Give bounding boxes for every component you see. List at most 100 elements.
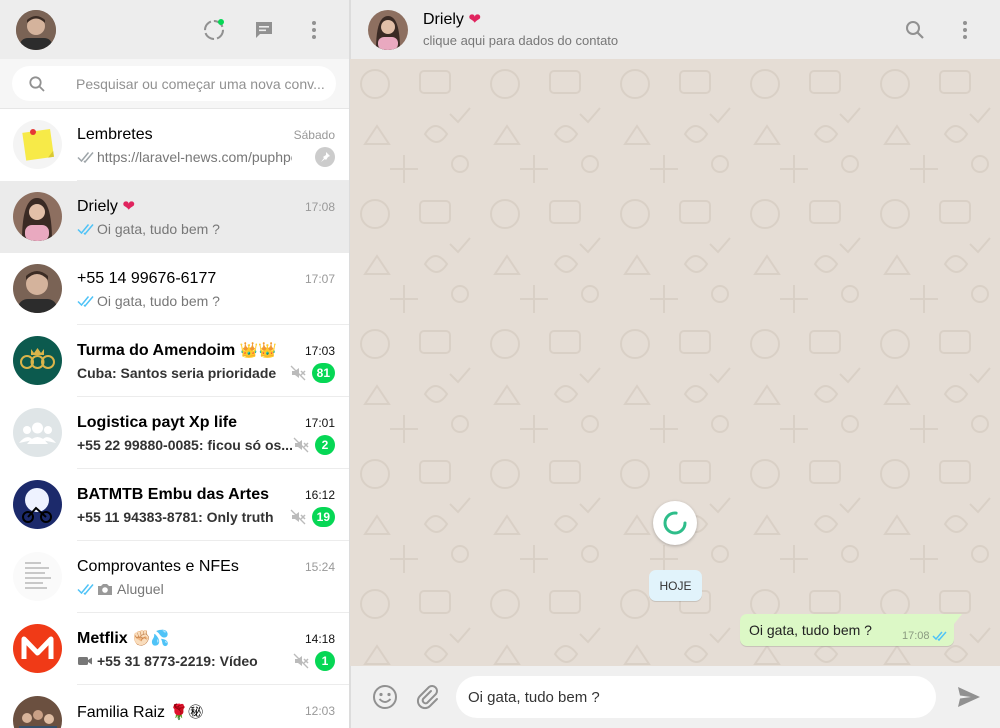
message-text: Oi gata, tudo bem ? xyxy=(749,622,872,638)
emoji-icon[interactable] xyxy=(372,684,398,710)
chat-body: Turma do Amendoim 👑👑👑 17:03 Cuba: Santos s… xyxy=(77,325,349,397)
double-tick-icon xyxy=(77,584,94,595)
conversation-menu-icon[interactable] xyxy=(953,18,977,42)
my-profile-avatar[interactable] xyxy=(16,10,56,50)
chat-avatar xyxy=(13,264,62,313)
contact-info-hint[interactable]: clique aqui para dados do contato xyxy=(423,33,618,48)
chat-preview: Cuba: Santos seria prioridade xyxy=(77,365,292,381)
chat-name: Turma do Amendoim 👑👑👑 xyxy=(77,341,277,360)
chat-name-text: Metflix xyxy=(77,630,128,647)
chat-body: +55 14 99676-6177 17:07 Oi gata, tudo bem… xyxy=(77,253,349,325)
chat-preview: +55 11 94383-8781: Only truth xyxy=(77,509,292,525)
sidebar: Lembretes Sábadohttps://laravel-news.com… xyxy=(0,0,350,728)
read-double-tick-icon xyxy=(932,631,947,641)
chat-meta: 2 xyxy=(293,435,335,455)
chat-preview: Aluguel xyxy=(77,581,292,597)
chat-list-item[interactable]: Driely ❤ 17:08 Oi gata, tudo bem ? xyxy=(0,181,349,253)
chat-name: Familia Raiz 🌹㊙ xyxy=(77,701,277,722)
chat-avatar xyxy=(13,120,62,169)
chat-list-item[interactable]: Logistica payt Xp life 17:01 +55 22 99880… xyxy=(0,397,349,469)
chat-body: BATMTB Embu das Artes 16:12 +55 11 94383-… xyxy=(77,469,349,541)
chat-name-text: +55 14 99676-6177 xyxy=(77,270,217,287)
chat-name-text: Familia Raiz xyxy=(77,704,166,721)
chat-time: Sábado xyxy=(293,128,335,142)
chat-name: Comprovantes e NFEs xyxy=(77,557,277,576)
chat-meta xyxy=(315,147,335,167)
chat-preview: Oi gata, tudo bem ? xyxy=(77,293,292,309)
camera-icon xyxy=(98,584,112,595)
video-icon xyxy=(78,657,92,665)
conversation-header[interactable]: Driely ❤ clique aqui para dados do conta… xyxy=(350,0,1000,59)
chat-preview-text: https://laravel-news.com/puphpe... xyxy=(97,149,292,165)
chat-time: 17:01 xyxy=(304,416,335,430)
chat-name: BATMTB Embu das Artes xyxy=(77,485,277,504)
contact-name-text: Driely xyxy=(423,11,464,28)
chat-body: Logistica payt Xp life 17:01 +55 22 99880… xyxy=(77,397,349,469)
search-input[interactable] xyxy=(76,74,326,94)
menu-icon[interactable] xyxy=(302,18,326,42)
pinned-icon xyxy=(315,147,335,167)
double-tick-icon xyxy=(77,152,94,163)
chat-list-item[interactable]: +55 14 99676-6177 17:07 Oi gata, tudo bem… xyxy=(0,253,349,325)
chat-meta: 19 xyxy=(290,507,335,527)
date-divider: HOJE xyxy=(649,570,702,601)
chat-avatar xyxy=(13,624,62,673)
double-tick-icon xyxy=(77,296,94,307)
chat-time: 14:18 xyxy=(304,632,335,646)
chat-name-text: BATMTB Embu das Artes xyxy=(77,486,270,503)
message-input[interactable] xyxy=(456,676,936,718)
contact-avatar[interactable] xyxy=(368,10,408,50)
chat-time: 16:12 xyxy=(304,488,335,502)
chat-time: 15:24 xyxy=(304,560,335,574)
chat-list-item[interactable]: Turma do Amendoim 👑👑👑 17:03 Cuba: Santos s… xyxy=(0,325,349,397)
search-box[interactable] xyxy=(12,66,336,101)
chat-list-item[interactable]: BATMTB Embu das Artes 16:12 +55 11 94383-… xyxy=(0,469,349,541)
chat-time: 17:07 xyxy=(304,272,335,286)
chat-list-item[interactable]: Comprovantes e NFEs 15:24 Aluguel xyxy=(0,541,349,613)
chat-preview-text: +55 11 94383-8781: Only truth xyxy=(77,509,274,525)
chat-name-emoji: 👑👑👑 xyxy=(239,341,277,359)
chat-preview: https://laravel-news.com/puphpe... xyxy=(77,149,292,165)
chat-body: Lembretes Sábado https://laravel-news.com… xyxy=(77,109,349,181)
chat-time: 17:08 xyxy=(304,200,335,214)
muted-icon xyxy=(290,365,306,381)
chat-preview-text: Cuba: Santos seria prioridade xyxy=(77,365,277,381)
unread-count-badge: 1 xyxy=(315,651,335,671)
attach-paperclip-icon[interactable] xyxy=(414,684,440,710)
outgoing-message[interactable]: Oi gata, tudo bem ? 17:08 xyxy=(740,614,962,646)
message-area[interactable]: HOJE Oi gata, tudo bem ? 17:08 xyxy=(350,59,1000,666)
chat-name: Metflix ✊🏻💦 xyxy=(77,629,277,648)
chat-name: Logistica payt Xp life xyxy=(77,413,277,432)
status-icon[interactable] xyxy=(202,18,226,42)
chat-preview-text: +55 31 8773-2219: Vídeo xyxy=(97,653,258,669)
chat-time: 12:03 xyxy=(304,704,335,718)
chat-body: Familia Raiz 🌹㊙12:03Driely: Th... xyxy=(77,685,349,728)
chat-name-emoji: ❤ xyxy=(122,197,135,215)
chat-body: Comprovantes e NFEs 15:24 Aluguel xyxy=(77,541,349,613)
chat-preview-text: Aluguel xyxy=(117,581,164,597)
chat-preview-text: +55 22 99880-0085: ficou só os... xyxy=(77,437,292,453)
contact-name[interactable]: Driely ❤ xyxy=(423,10,481,29)
unread-count-badge: 2 xyxy=(315,435,335,455)
new-chat-icon[interactable] xyxy=(252,18,276,42)
unread-count-badge: 19 xyxy=(311,507,335,527)
chat-preview-text: Oi gata, tudo bem ? xyxy=(97,221,220,237)
muted-icon xyxy=(290,509,306,525)
chat-preview: +55 22 99880-0085: ficou só os... xyxy=(77,437,292,453)
chat-name: Lembretes xyxy=(77,125,277,144)
muted-icon xyxy=(293,437,309,453)
chat-list-item[interactable]: Metflix ✊🏻💦 14:18 +55 31 8773-2219: Vídeo 1 xyxy=(0,613,349,685)
chat-preview-text: Oi gata, tudo bem ? xyxy=(97,293,220,309)
chat-name-text: Comprovantes e NFEs xyxy=(77,558,239,575)
chat-list-item[interactable]: Lembretes Sábado https://laravel-news.com… xyxy=(0,109,349,181)
chat-preview: Oi gata, tudo bem ? xyxy=(77,221,292,237)
send-icon[interactable] xyxy=(956,685,982,709)
search-bar xyxy=(0,59,349,109)
muted-icon xyxy=(293,653,309,669)
message-time: 17:08 xyxy=(902,630,930,642)
chat-list-item[interactable]: Familia Raiz 🌹㊙12:03Driely: Th... xyxy=(0,685,349,728)
chat-name: +55 14 99676-6177 xyxy=(77,269,277,288)
search-messages-icon[interactable] xyxy=(903,18,927,42)
chat-avatar xyxy=(13,408,62,457)
chat-list: Lembretes Sábado https://laravel-news.com… xyxy=(0,109,349,728)
